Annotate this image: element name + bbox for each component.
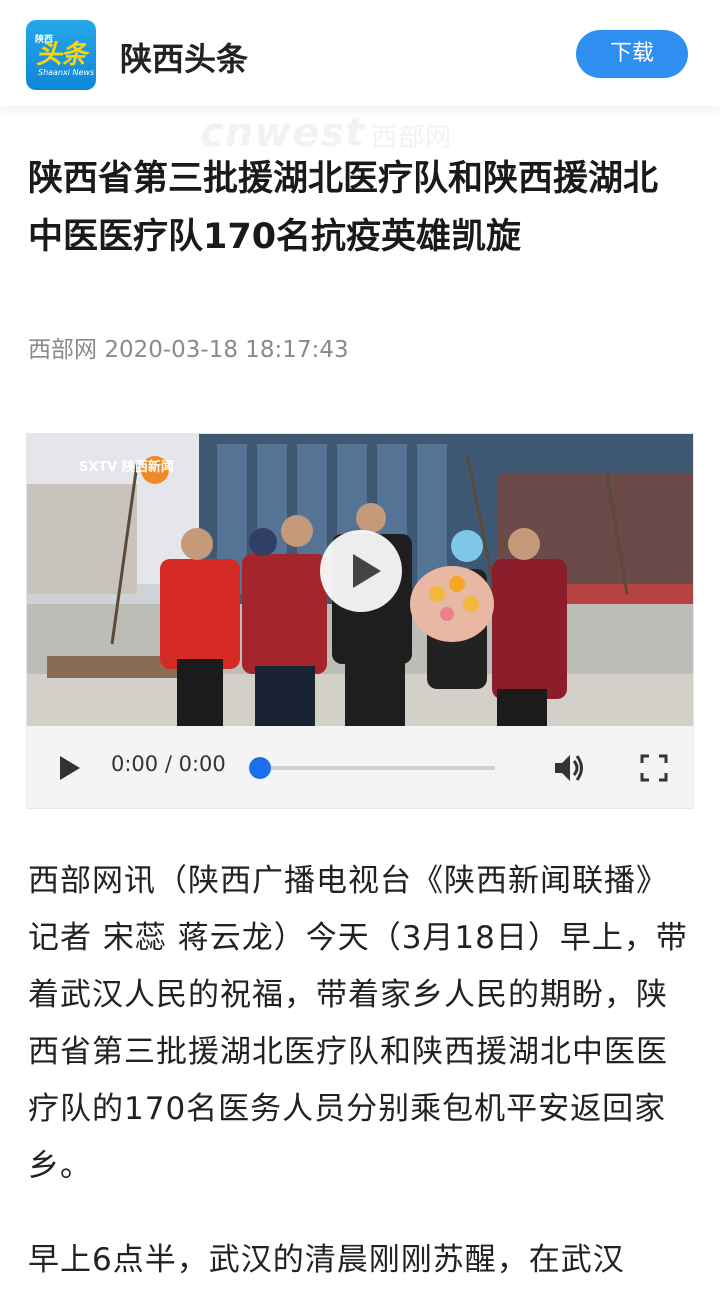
article-paragraph: 早上6点半，武汉的清晨刚刚苏醒，在武汉 <box>28 1242 625 1278</box>
app-header: 陕西 头条 Shaanxi News 陕西头条 下载 <box>0 0 720 106</box>
logo-big-text: 头条 <box>36 40 87 70</box>
progress-knob[interactable] <box>249 757 271 779</box>
channel-mark: SXTV 陕西新闻 <box>79 460 174 475</box>
video-frame[interactable]: SXTV 陕西新闻 <box>27 434 693 726</box>
volume-icon[interactable] <box>551 750 587 790</box>
video-player[interactable]: SXTV 陕西新闻 0:00 / 0:00 <box>26 433 694 809</box>
time-display: 0:00 / 0:00 <box>111 752 226 776</box>
download-button[interactable]: 下载 <box>576 30 688 78</box>
time-separator: / <box>164 752 172 776</box>
article-paragraph: 西部网讯（陕西广播电视台《陕西新闻联播》记者 宋蕊 蒋云龙）今天（3月18日）早… <box>28 863 688 1184</box>
watermark-cn: 西部网 <box>371 123 453 153</box>
duration: 0:00 <box>178 752 226 776</box>
progress-track[interactable] <box>259 766 495 770</box>
fullscreen-icon[interactable] <box>639 753 669 787</box>
article-meta: 西部网 2020-03-18 18:17:43 <box>28 330 349 364</box>
big-play-icon[interactable] <box>320 530 402 612</box>
article-source: 西部网 <box>28 337 97 363</box>
play-icon[interactable] <box>60 756 80 780</box>
app-logo[interactable]: 陕西 头条 Shaanxi News <box>26 20 96 90</box>
article-datetime: 2020-03-18 18:17:43 <box>104 337 349 363</box>
video-controls: 0:00 / 0:00 <box>27 726 693 808</box>
current-time: 0:00 <box>111 752 159 776</box>
app-name: 陕西头条 <box>120 40 249 78</box>
logo-english-text: Shaanxi News <box>38 68 95 77</box>
article-title: 陕西省第三批援湖北医疗队和陕西援湖北中医医疗队170名抗疫英雄凯旋 <box>28 159 659 257</box>
